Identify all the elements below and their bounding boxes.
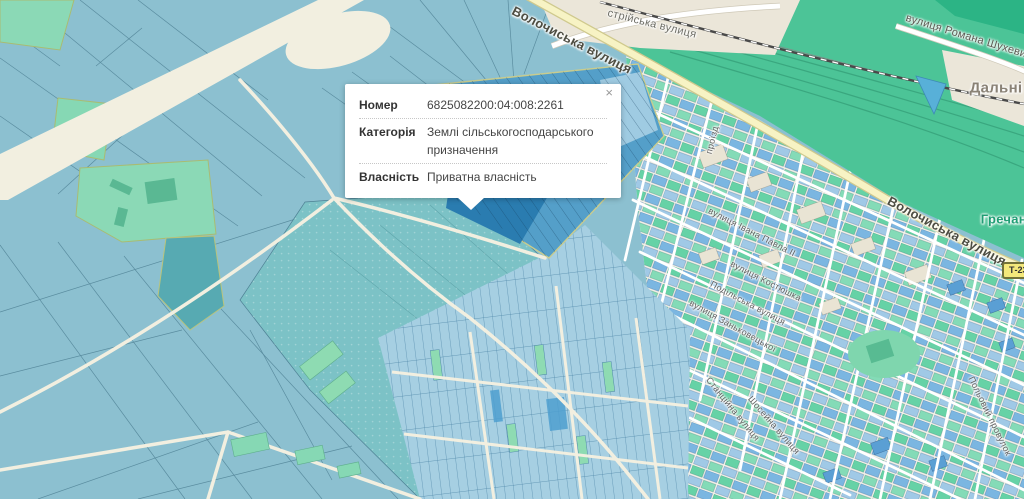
popup-pointer-tail [457,197,485,210]
parcel-number-value: 6825082200:04:008:2261 [427,97,607,114]
popup-row-category: Категорія Землі сільськогосподарського п… [359,118,607,163]
cadastral-map-view[interactable]: Волочиська вулицястрійська вулицявулиця … [0,0,1024,499]
parcel-category-value: Землі сільськогосподарського призначення [427,124,607,159]
field-label: Власність [359,169,427,186]
parcel-ownership-value: Приватна власність [427,169,607,186]
field-label: Номер [359,97,427,114]
popup-close-button[interactable]: × [605,86,613,99]
field-label: Категорія [359,124,427,159]
road-ref-badge: Т-23 [1002,262,1024,279]
popup-row-ownership: Власність Приватна власність [359,163,607,190]
map-canvas[interactable] [0,0,1024,499]
popup-row-number: Номер 6825082200:04:008:2261 [359,92,607,118]
parcel-info-popup: × Номер 6825082200:04:008:2261 Категорія… [345,84,621,198]
